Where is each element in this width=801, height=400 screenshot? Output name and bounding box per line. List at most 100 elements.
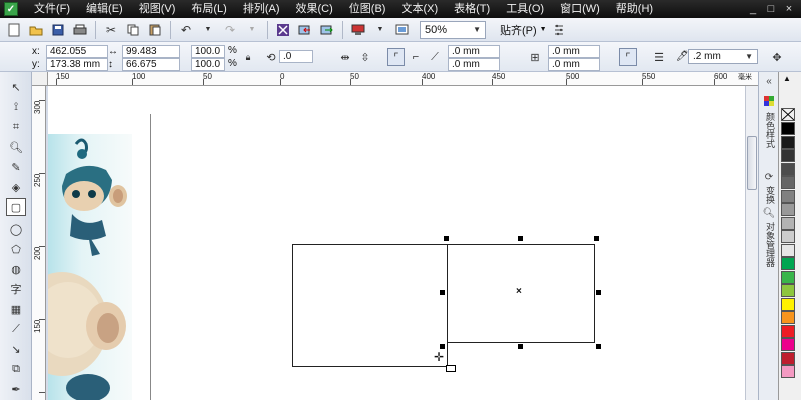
undo-button[interactable]: ↶ bbox=[176, 20, 196, 40]
color-swatch[interactable] bbox=[781, 284, 795, 297]
color-swatch[interactable] bbox=[781, 216, 795, 230]
transform-icon[interactable]: ⟳ bbox=[762, 170, 776, 184]
freehand-tool[interactable]: ✎ bbox=[6, 158, 26, 176]
docker-tab-transform[interactable]: 变换 bbox=[763, 186, 775, 204]
color-swatch[interactable] bbox=[781, 338, 795, 351]
menu-arrange[interactable]: 排列(A) bbox=[235, 0, 288, 18]
y-position-field[interactable]: y: 173.38 mm bbox=[32, 58, 108, 71]
ruler-origin[interactable] bbox=[32, 72, 48, 86]
launcher-dropdown[interactable]: ▼ bbox=[370, 20, 390, 40]
application-launcher-button[interactable] bbox=[348, 20, 368, 40]
corner-top-right-field[interactable]: .0 mm bbox=[548, 45, 600, 58]
rectangle-shape[interactable] bbox=[292, 244, 448, 367]
shape-tool[interactable]: ⟟ bbox=[6, 98, 26, 116]
color-swatch[interactable] bbox=[781, 324, 795, 338]
color-swatch[interactable] bbox=[781, 270, 795, 284]
corner-top-left-field[interactable]: .0 mm bbox=[448, 45, 500, 58]
zoom-level-select[interactable]: 50% ▼ bbox=[420, 20, 486, 39]
relative-corner-scaling-button[interactable]: ⌜ bbox=[619, 48, 637, 66]
color-swatch[interactable] bbox=[781, 189, 795, 203]
menu-layout[interactable]: 布局(L) bbox=[183, 0, 234, 18]
height-value[interactable]: 66.675 mm bbox=[122, 58, 180, 81]
color-swatch[interactable] bbox=[781, 311, 795, 324]
round-corner-button[interactable]: ⌜ bbox=[387, 48, 405, 66]
corner-top-right-value[interactable]: .0 mm bbox=[548, 45, 600, 58]
zoom-tool[interactable]: 🔍︎ bbox=[6, 138, 26, 156]
lock-ratio-button[interactable]: 🔒︎ bbox=[239, 48, 257, 66]
scale-x-field[interactable]: 100.0 bbox=[191, 45, 225, 58]
corner-bottom-right-field[interactable]: .0 mm bbox=[548, 58, 600, 71]
corner-lock-button[interactable]: ⊞ bbox=[526, 48, 544, 66]
dimension-tool[interactable]: ⟋ bbox=[6, 320, 26, 338]
search-content-button[interactable] bbox=[273, 20, 293, 40]
text-tool[interactable]: 字 bbox=[6, 280, 26, 298]
palette-scroll-up-icon[interactable]: ▲ bbox=[783, 74, 791, 83]
export-button[interactable] bbox=[317, 20, 337, 40]
vertical-scrollbar[interactable] bbox=[745, 86, 758, 400]
redo-dropdown[interactable]: ▼ bbox=[242, 20, 262, 40]
selection-handle[interactable] bbox=[596, 344, 601, 349]
open-button[interactable] bbox=[26, 20, 46, 40]
rotation-value[interactable]: .0 bbox=[279, 50, 313, 63]
selection-handle[interactable] bbox=[594, 236, 599, 241]
color-swatch[interactable] bbox=[781, 297, 795, 311]
outline-width-select[interactable]: .2 mm ▼ bbox=[688, 49, 758, 64]
rotation-field[interactable]: .0 bbox=[279, 50, 313, 63]
selection-handle[interactable] bbox=[440, 290, 445, 295]
corner-bottom-left-field[interactable]: .0 mm bbox=[448, 58, 500, 71]
menu-bitmaps[interactable]: 位图(B) bbox=[341, 0, 394, 18]
scrollbar-thumb[interactable] bbox=[747, 136, 757, 190]
eyedropper-tool[interactable]: ✒ bbox=[6, 380, 26, 398]
center-marker[interactable]: × bbox=[516, 286, 522, 297]
docker-tab-object-manager[interactable]: 对象管理器 bbox=[763, 222, 775, 267]
close-button[interactable]: × bbox=[783, 3, 795, 15]
menu-text[interactable]: 文本(X) bbox=[393, 0, 446, 18]
crop-tool[interactable]: ⌗ bbox=[6, 118, 26, 136]
rectangle-tool[interactable]: ▢ bbox=[6, 198, 26, 216]
color-swatch[interactable] bbox=[781, 203, 795, 216]
height-field[interactable]: ↕ 66.675 mm bbox=[108, 58, 180, 81]
selection-handle[interactable] bbox=[596, 290, 601, 295]
menu-view[interactable]: 视图(V) bbox=[131, 0, 184, 18]
width-field[interactable]: ↔ 99.483 mm bbox=[108, 45, 180, 68]
color-swatch-no-fill[interactable] bbox=[781, 108, 795, 121]
save-button[interactable] bbox=[48, 20, 68, 40]
object-manager-icon[interactable]: 🔍︎ bbox=[762, 206, 776, 220]
color-swatch[interactable] bbox=[781, 243, 795, 257]
snap-to-dropdown[interactable]: 贴齐(P) ▼ bbox=[500, 22, 547, 38]
new-document-button[interactable] bbox=[4, 20, 24, 40]
paste-button[interactable] bbox=[145, 20, 165, 40]
color-swatch[interactable] bbox=[781, 162, 795, 176]
color-styles-icon[interactable] bbox=[762, 94, 776, 108]
corner-top-left-value[interactable]: .0 mm bbox=[448, 45, 500, 58]
welcome-screen-button[interactable] bbox=[392, 20, 412, 40]
import-button[interactable] bbox=[295, 20, 315, 40]
options-button[interactable] bbox=[549, 20, 569, 40]
y-position-value[interactable]: 173.38 mm bbox=[46, 58, 108, 71]
table-tool[interactable]: ▦ bbox=[6, 300, 26, 318]
cut-button[interactable]: ✂ bbox=[101, 20, 121, 40]
color-swatch[interactable] bbox=[781, 257, 795, 270]
corner-bottom-right-value[interactable]: .0 mm bbox=[548, 58, 600, 71]
color-swatch[interactable] bbox=[781, 122, 795, 135]
print-button[interactable] bbox=[70, 20, 90, 40]
x-position-value[interactable]: 462.055 mm bbox=[46, 45, 108, 68]
restore-button[interactable]: □ bbox=[765, 3, 777, 15]
selection-handle[interactable] bbox=[518, 236, 523, 241]
color-swatch[interactable] bbox=[781, 135, 795, 149]
selection-handle[interactable] bbox=[440, 344, 445, 349]
minimize-button[interactable]: _ bbox=[747, 3, 759, 15]
ellipse-tool[interactable]: ◯ bbox=[6, 220, 26, 238]
menu-file[interactable]: 文件(F) bbox=[26, 0, 78, 18]
scale-y-value[interactable]: 100.0 bbox=[191, 58, 225, 71]
selection-handle[interactable] bbox=[444, 236, 449, 241]
menu-edit[interactable]: 编辑(E) bbox=[78, 0, 131, 18]
docker-tab-color-styles[interactable]: 颜色样式 bbox=[763, 112, 775, 148]
color-swatch[interactable] bbox=[781, 230, 795, 243]
blend-tool[interactable]: ⧉ bbox=[6, 360, 26, 378]
monkey-bitmap-image[interactable] bbox=[48, 134, 132, 400]
convert-to-curves-button[interactable]: ✥ bbox=[768, 48, 786, 66]
color-swatch[interactable] bbox=[781, 176, 795, 189]
chamfered-corner-button[interactable]: ⟋ bbox=[426, 48, 444, 66]
menu-window[interactable]: 窗口(W) bbox=[552, 0, 608, 18]
